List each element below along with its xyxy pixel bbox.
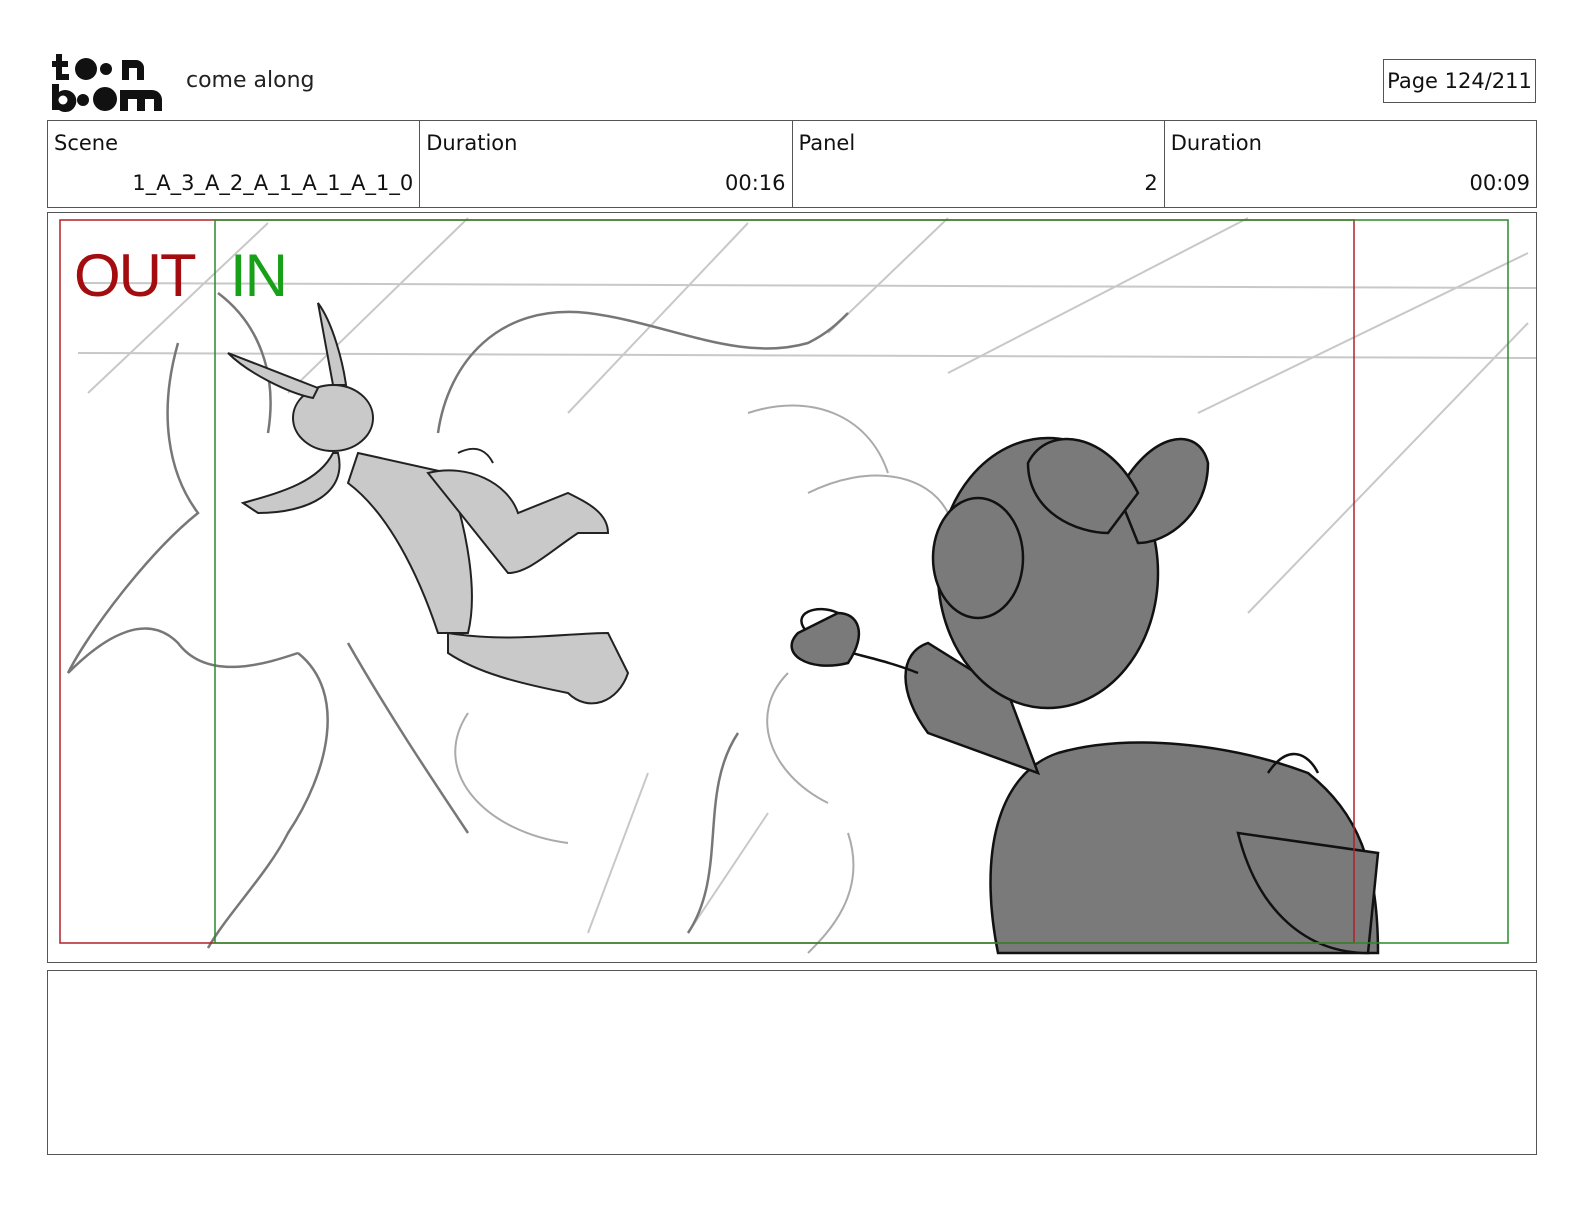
scene-value: 1_A_3_A_2_A_1_A_1_A_1_0 xyxy=(132,171,414,195)
panel-cell: Panel 2 xyxy=(793,121,1165,207)
scene-duration-label: Duration xyxy=(426,131,518,155)
panel-value: 2 xyxy=(1144,171,1158,195)
panel-duration-value: 00:09 xyxy=(1469,171,1530,195)
panel-drawing xyxy=(59,217,1536,955)
storyboard-panel: OUT IN xyxy=(47,212,1537,963)
scene-cell: Scene 1_A_3_A_2_A_1_A_1_A_1_0 xyxy=(48,121,421,207)
panel-info-row: Scene 1_A_3_A_2_A_1_A_1_A_1_0 Duration 0… xyxy=(47,120,1537,208)
panel-notes-box[interactable] xyxy=(47,970,1537,1155)
scene-duration-value: 00:16 xyxy=(724,171,786,195)
out-label: OUT xyxy=(74,242,197,309)
in-label: IN xyxy=(230,242,288,309)
panel-duration-cell: Duration 00:09 xyxy=(1165,121,1536,207)
scene-duration-cell: Duration 00:16 xyxy=(420,121,793,207)
page-number: Page 124/211 xyxy=(1383,59,1536,103)
panel-duration-label: Duration xyxy=(1170,131,1262,155)
character-left xyxy=(227,302,630,705)
panel-label: Panel xyxy=(798,131,856,155)
toon-boom-logo xyxy=(52,54,162,112)
character-right xyxy=(790,436,1380,955)
project-title: come along xyxy=(186,68,315,93)
scene-label: Scene xyxy=(54,131,119,155)
